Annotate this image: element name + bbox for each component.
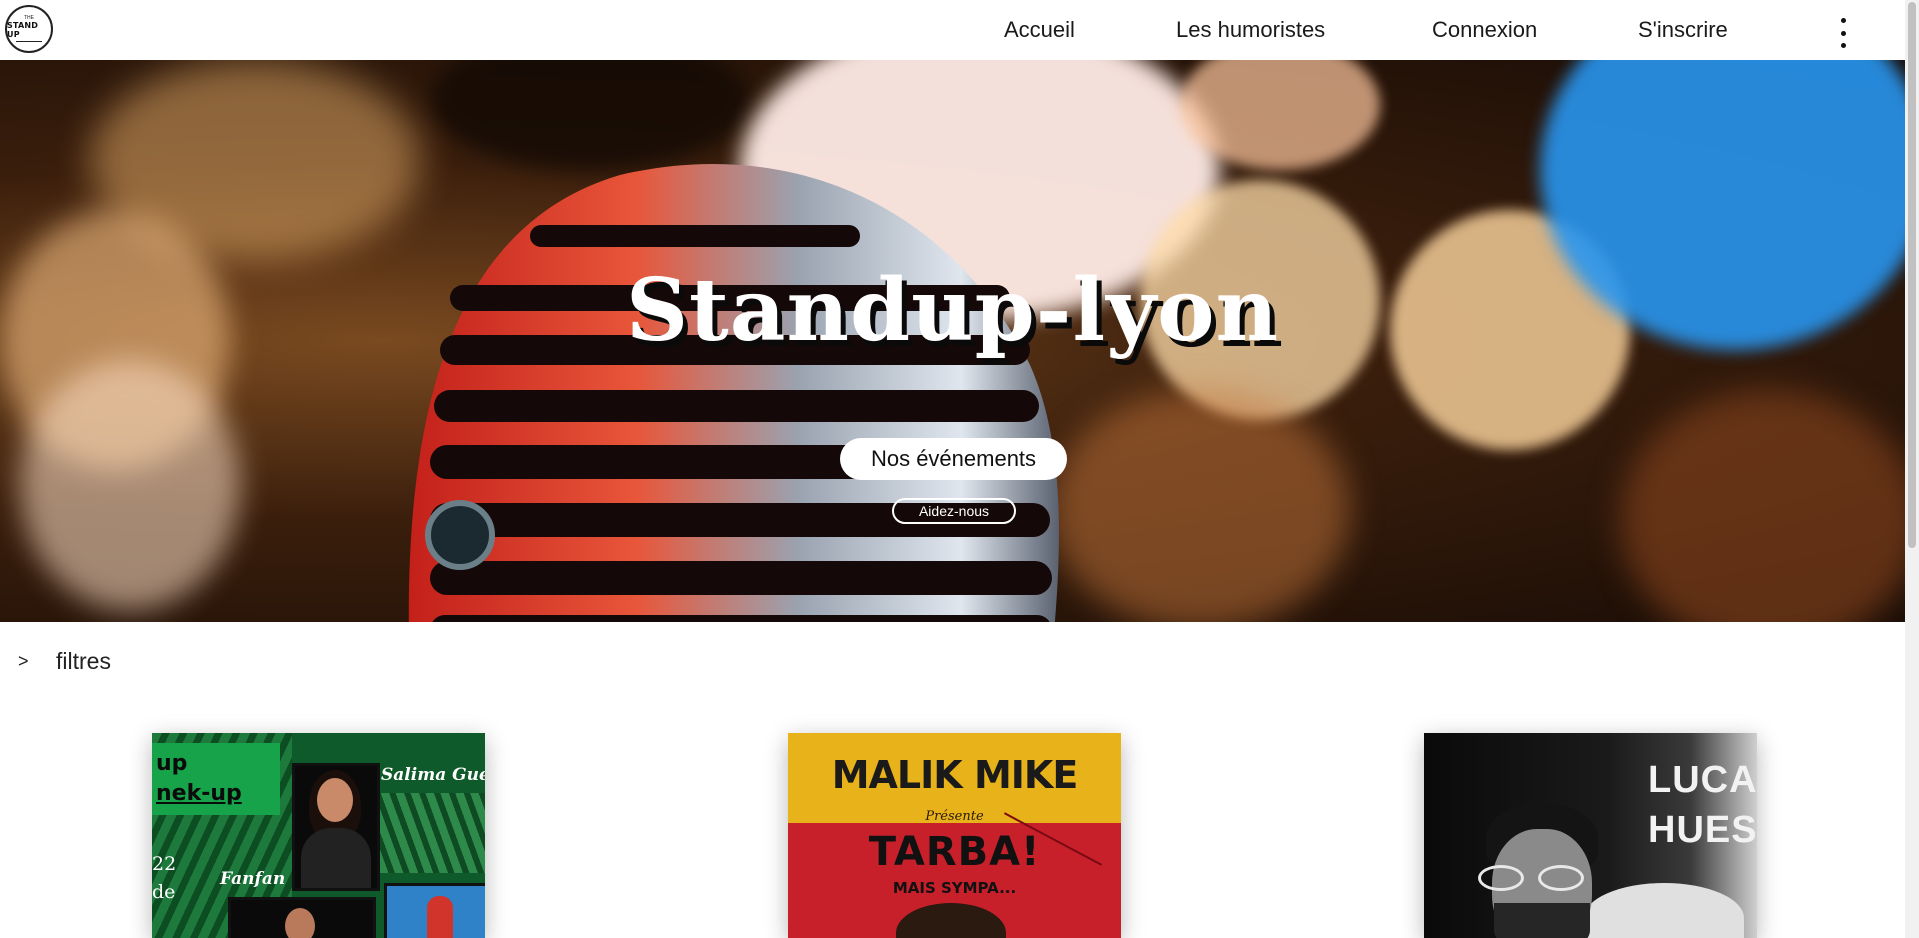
poster-subtitle: Présente xyxy=(925,809,984,824)
poster-performer-name: LUCA xyxy=(1648,759,1757,801)
bokeh-light xyxy=(1620,390,1905,622)
poster-performer-name: HUES xyxy=(1648,809,1757,851)
poster-performer-title: MALIK MIKE xyxy=(831,753,1079,797)
poster-tagline: MAIS SYMPA... xyxy=(892,879,1017,897)
performer-head-shape xyxy=(896,903,1006,938)
nav-link-connexion[interactable]: Connexion xyxy=(1432,17,1537,43)
bokeh-light xyxy=(1050,390,1350,622)
nav-link-accueil[interactable]: Accueil xyxy=(1004,17,1075,43)
performer-photo xyxy=(228,897,376,938)
poster-date-fragment: 22 xyxy=(152,853,177,875)
performer-beard-shape xyxy=(1494,903,1590,938)
scrollbar-thumb[interactable] xyxy=(1908,2,1916,548)
performer-name: Salima Gue xyxy=(381,765,485,785)
poster-show-title: TARBA! xyxy=(868,829,1041,875)
figure-shape xyxy=(427,896,453,938)
face-shape xyxy=(317,778,353,822)
performer-photo xyxy=(292,763,380,891)
face-shape xyxy=(285,908,315,938)
page-scrollbar[interactable] xyxy=(1905,0,1919,938)
kebab-dot xyxy=(1840,30,1846,36)
chevron-right-icon: > xyxy=(18,651,29,671)
poster-date-fragment: de xyxy=(152,881,176,903)
glasses-icon xyxy=(1478,865,1598,893)
bokeh-light xyxy=(20,360,240,610)
performer-name: Fanfan xyxy=(220,869,286,889)
nav-link-inscrire[interactable]: S'inscrire xyxy=(1638,17,1728,43)
events-button[interactable]: Nos événements xyxy=(840,438,1067,480)
filters-toggle[interactable]: > filtres xyxy=(18,648,111,675)
poster-title-line: up xyxy=(156,751,188,776)
mic-badge xyxy=(425,500,495,570)
kebab-dot xyxy=(1840,43,1846,48)
filters-label: filtres xyxy=(56,648,111,674)
poster-leaf-pattern xyxy=(380,793,485,873)
event-card[interactable]: up nek-up Salima Gue 22 de Fanfan xyxy=(152,733,485,938)
microphone-image xyxy=(408,164,1059,622)
nav-link-humoristes[interactable]: Les humoristes xyxy=(1176,17,1325,43)
poster-title-line: nek-up xyxy=(156,781,242,806)
performer-photo xyxy=(384,883,485,938)
kebab-menu-icon[interactable] xyxy=(1836,18,1850,48)
top-navbar: THE STAND UP Accueil Les humoristes Conn… xyxy=(0,0,1905,60)
event-card[interactable]: LUCA HUES xyxy=(1424,733,1757,938)
kebab-dot xyxy=(1840,18,1846,23)
support-button[interactable]: Aidez-nous xyxy=(892,498,1016,524)
body-shape xyxy=(301,828,371,888)
event-card[interactable]: MALIK MIKE Présente TARBA! MAIS SYMPA... xyxy=(788,733,1121,938)
hero-banner: Standup-lyon Nos événements Aidez-nous xyxy=(0,60,1905,622)
hero-title: Standup-lyon xyxy=(625,260,1280,361)
main-nav: Accueil Les humoristes Connexion S'inscr… xyxy=(0,0,1905,60)
